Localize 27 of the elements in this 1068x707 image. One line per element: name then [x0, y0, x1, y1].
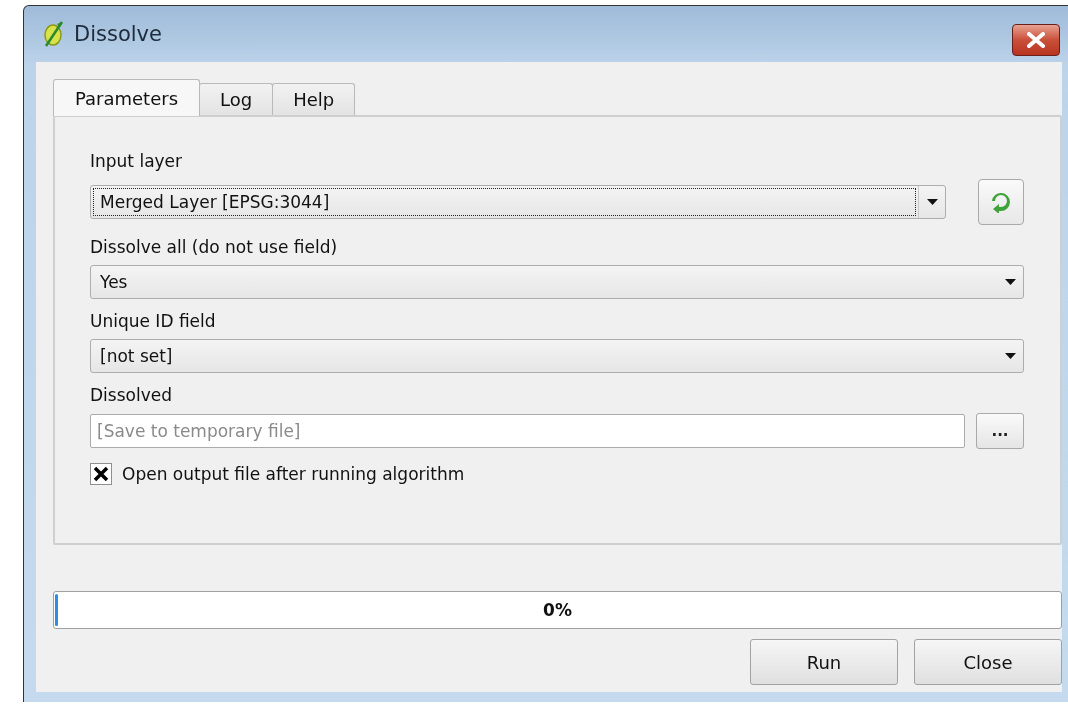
- close-window-button[interactable]: [1012, 24, 1060, 56]
- field-label: Input layer: [90, 150, 184, 173]
- dropdown[interactable]: Merged Layer [EPSG:3044]: [90, 185, 946, 219]
- dropdown-arrow-icon: [1004, 353, 1016, 359]
- checkbox[interactable]: [90, 463, 112, 485]
- dialog-button[interactable]: Close: [914, 639, 1062, 685]
- tab[interactable]: Parameters: [53, 79, 201, 116]
- output-file-field[interactable]: [Save to temporary file]: [90, 414, 965, 448]
- tab[interactable]: Log: [199, 83, 274, 115]
- refresh-icon: [991, 191, 1011, 213]
- field-label: Dissolved: [90, 384, 173, 407]
- refresh-button[interactable]: [978, 179, 1024, 225]
- dropdown-arrow-icon: [926, 199, 938, 205]
- check-cross-icon: [93, 466, 109, 482]
- window-title: Dissolve: [74, 22, 162, 46]
- dropdown[interactable]: [not set]: [90, 339, 1024, 373]
- browse-button[interactable]: ...: [976, 413, 1024, 449]
- dropdown-arrow-icon: [1004, 279, 1016, 285]
- field-label: Dissolve all (do not use field): [90, 236, 339, 259]
- dropdown[interactable]: Yes: [90, 265, 1024, 299]
- close-icon: [1027, 32, 1045, 48]
- dialog-button[interactable]: Run: [750, 639, 898, 685]
- progress-text: 0%: [543, 600, 572, 620]
- checkbox-label: Open output file after running algorithm: [122, 464, 465, 484]
- app-logo-icon: [42, 20, 66, 48]
- field-label: Unique ID field: [90, 310, 217, 333]
- tab[interactable]: Help: [272, 83, 356, 115]
